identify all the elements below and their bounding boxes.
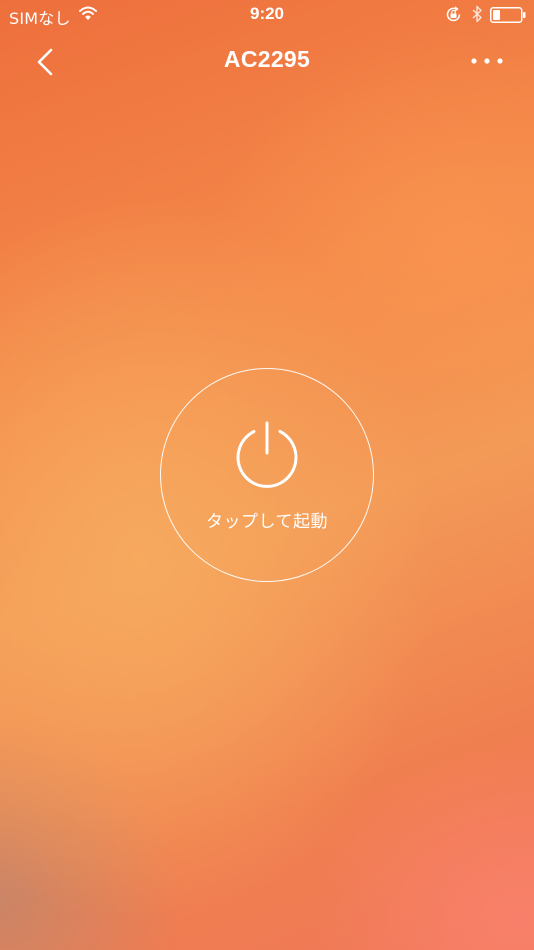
- rotation-lock-icon: [446, 6, 461, 22]
- power-button[interactable]: タップして起動: [160, 368, 374, 582]
- status-bar: SIMなし 9:20: [0, 0, 534, 30]
- page-title: AC2295: [223, 46, 311, 72]
- power-label: タップして起動: [206, 512, 328, 532]
- more-button[interactable]: [464, 48, 510, 74]
- bluetooth-icon: [472, 5, 482, 23]
- battery-icon: [490, 7, 526, 23]
- more-horizontal-icon: [471, 58, 503, 64]
- power-icon: [236, 421, 298, 488]
- nav-bar: AC2295: [0, 36, 534, 86]
